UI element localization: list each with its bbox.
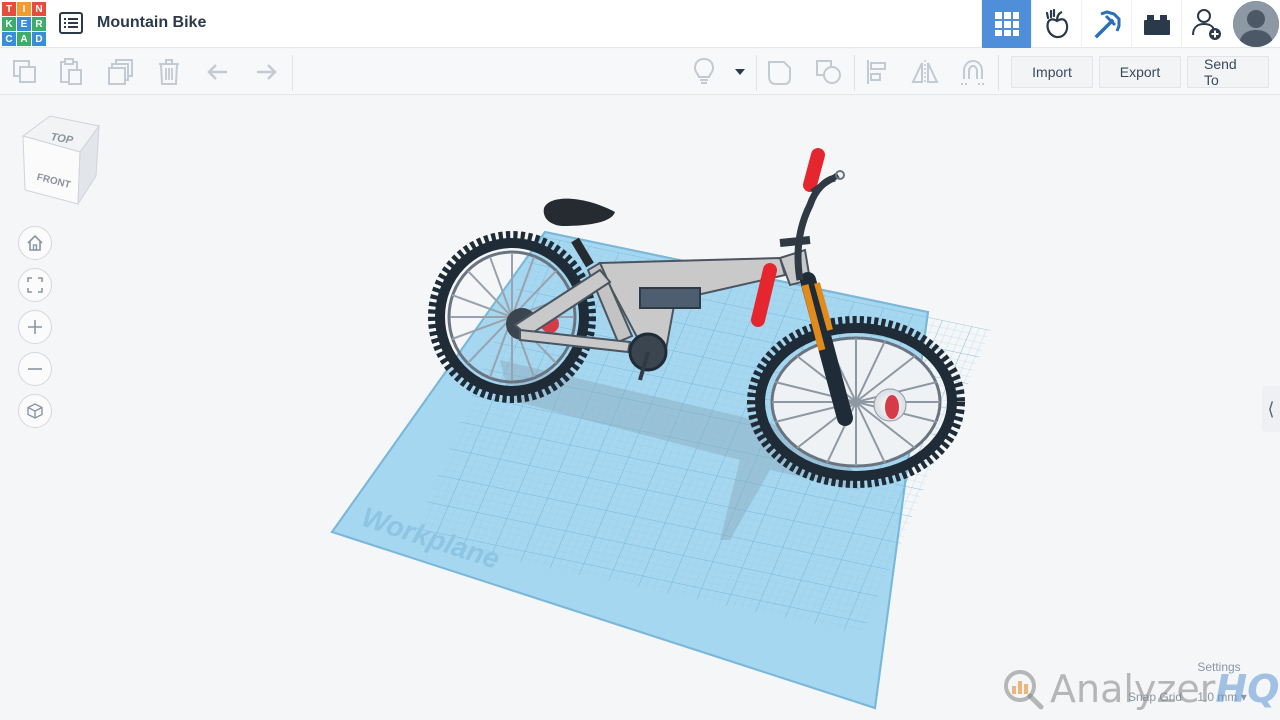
logo-letter: E [17,17,31,31]
redo-button[interactable] [251,57,281,87]
paste-icon [60,58,82,85]
trash-icon [159,59,179,85]
sim-lab-button[interactable] [1031,0,1081,48]
magnifier-chart-icon [1004,670,1044,710]
light-dropdown-button[interactable] [728,57,752,87]
export-button[interactable]: Export [1099,56,1181,88]
design-list-button[interactable] [58,10,84,36]
undo-icon [207,64,227,80]
minus-icon [28,368,42,370]
send-to-button[interactable]: Send To [1187,56,1269,88]
zoom-out-button[interactable] [18,352,52,386]
3d-design-view-button[interactable] [981,0,1031,48]
logo-letter: T [2,2,16,16]
scene-graphic: Workplane [330,148,991,710]
toolbar-divider [756,55,757,91]
import-button[interactable]: Import [1011,56,1093,88]
logo-letter: K [2,17,16,31]
logo-letter: A [17,32,31,46]
user-silhouette-icon [1233,1,1279,47]
redo-icon [257,64,277,80]
undo-button[interactable] [203,57,233,87]
align-button[interactable] [863,57,893,87]
chevron-left-icon: ⟨ [1267,398,1275,419]
ungroup-button[interactable] [814,57,844,87]
brick-icon [1143,15,1170,35]
logo-letter: C [2,32,16,46]
duplicate-button[interactable] [106,57,136,87]
delete-button[interactable] [154,57,184,87]
watermark-accent: HQ [1215,667,1280,711]
perspective-toggle-button[interactable] [18,394,52,428]
front-wheel [747,316,965,488]
copy-button[interactable] [10,57,40,87]
logo-letter: N [32,2,46,16]
view-cube-graphic: TOP FRONT [21,115,100,206]
user-avatar[interactable] [1233,1,1279,47]
toolbar-divider [292,55,293,91]
view-cube[interactable]: TOP FRONT [20,114,104,206]
list-icon [59,12,83,34]
collapse-panel-tab[interactable]: ⟨ [1262,386,1280,432]
invite-people-button[interactable] [1181,0,1231,48]
grid-icon [994,12,1019,36]
copy-icon [13,60,36,83]
pickaxe-icon [1094,10,1120,39]
tinkercad-logo[interactable]: T I N K E R C A D [2,2,46,46]
hand-apple-icon [1045,8,1068,39]
group-shapes-icon [768,61,791,85]
analyzerhq-watermark: Analyzer HQ [1002,664,1279,714]
minecraft-view-button[interactable] [1081,0,1131,48]
magnet-icon [961,59,985,85]
caret-down-icon [735,69,745,75]
mirror-button[interactable] [910,57,940,87]
document-title[interactable]: Mountain Bike [97,14,206,32]
logo-letter: I [17,2,31,16]
show-all-button[interactable] [689,57,719,87]
toolbar-divider [998,55,999,91]
ungroup-shapes-icon [816,60,841,84]
fit-frame-icon [27,277,43,293]
lightbulb-icon [693,57,715,84]
zoom-in-button[interactable] [18,310,52,344]
cruise-button[interactable] [958,57,988,87]
plus-icon [28,320,42,334]
design-canvas[interactable]: Workplane [300,130,1000,720]
mirror-icon [911,60,939,84]
add-user-icon [1191,9,1221,40]
top-header: T I N K E R C A D Mountain Bike [0,0,1280,48]
watermark-text: Analyzer [1050,667,1216,711]
rear-wheel [428,231,596,403]
home-view-button[interactable] [18,226,52,260]
paste-button[interactable] [56,57,86,87]
duplicate-icon [108,59,133,85]
logo-letter: R [32,17,46,31]
group-button[interactable] [765,57,795,87]
logo-letter: D [32,32,46,46]
toolbar-divider [854,55,855,91]
align-icon [867,60,886,84]
cube-icon [27,403,43,419]
edit-toolbar: Import Export Send To [0,49,1280,95]
home-icon [27,234,43,251]
bricks-view-button[interactable] [1131,0,1181,48]
fit-view-button[interactable] [18,268,52,302]
